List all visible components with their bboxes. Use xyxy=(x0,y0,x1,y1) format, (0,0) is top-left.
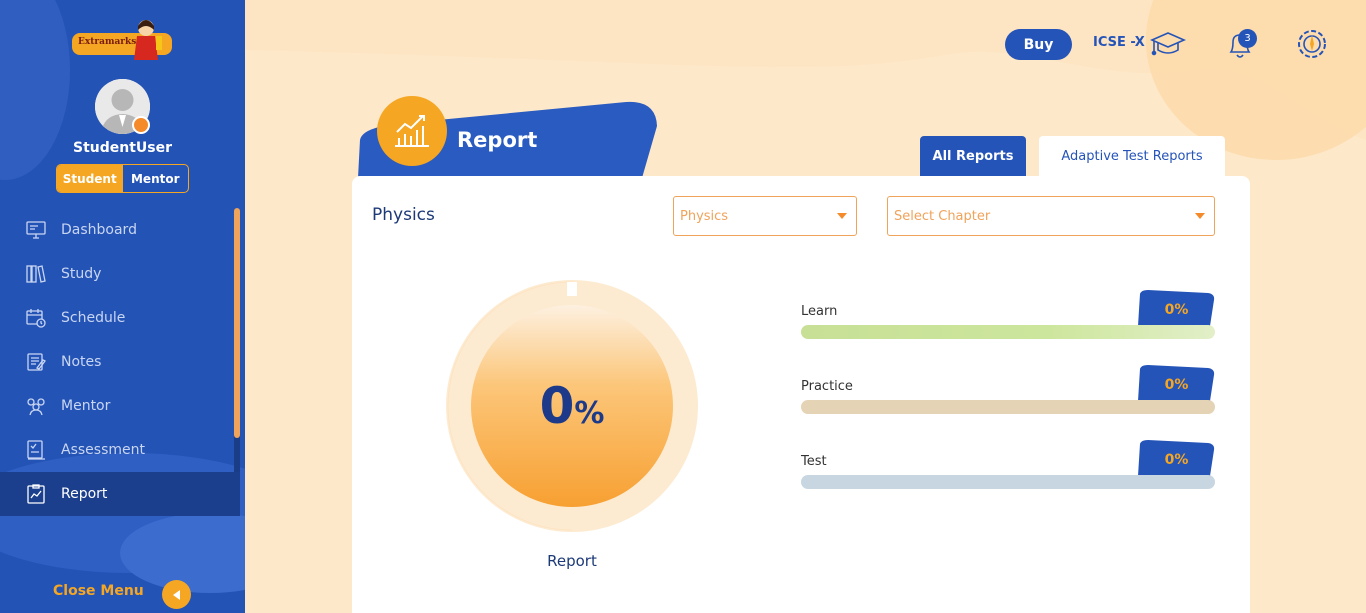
camera-icon[interactable] xyxy=(132,116,150,134)
triangle-left-icon xyxy=(172,589,180,600)
overall-progress-value: 0% xyxy=(539,377,605,435)
subject-title: Physics xyxy=(372,205,435,225)
buy-button[interactable]: Buy xyxy=(1005,29,1072,60)
metric-label: Test xyxy=(801,454,827,469)
progress-bar-learn xyxy=(801,325,1215,339)
role-toggle: Student Mentor xyxy=(56,164,189,193)
monitor-icon xyxy=(26,221,46,239)
sidebar-item-study[interactable]: Study xyxy=(0,252,240,296)
report-icon xyxy=(27,484,45,504)
tab-all-reports[interactable]: All Reports xyxy=(920,136,1026,176)
report-card: Physics Physics Select Chapter 0% Report… xyxy=(352,176,1250,613)
group-icon xyxy=(27,398,45,416)
books-icon xyxy=(26,265,46,283)
sidebar-item-assessment[interactable]: Assessment xyxy=(0,428,240,472)
metric-practice: Practice 0% xyxy=(801,365,1215,439)
close-menu-label[interactable]: Close Menu xyxy=(53,583,144,599)
sidebar-item-mentor[interactable]: Mentor xyxy=(0,384,240,428)
notification-badge: 3 xyxy=(1238,29,1257,48)
grade-label[interactable]: ICSE -X xyxy=(1093,35,1145,50)
role-mentor-button[interactable]: Mentor xyxy=(123,165,189,192)
metric-label: Learn xyxy=(801,304,838,319)
metric-test: Test 0% xyxy=(801,440,1215,514)
sidebar-nav: Dashboard Study Schedule Notes Mentor As… xyxy=(0,208,240,516)
assessment-icon xyxy=(27,440,45,460)
metric-value: 0% xyxy=(1164,452,1189,468)
progress-bar-practice xyxy=(801,400,1215,414)
mascot-icon xyxy=(134,20,162,60)
caret-down-icon xyxy=(1195,213,1205,219)
caret-down-icon xyxy=(837,213,847,219)
chapter-select[interactable]: Select Chapter xyxy=(887,196,1215,236)
tab-adaptive-test-reports[interactable]: Adaptive Test Reports xyxy=(1039,136,1225,176)
username: StudentUser xyxy=(72,140,173,156)
sidebar: Extramarks StudentUser Student Mentor Da… xyxy=(0,0,245,613)
metric-learn: Learn 0% xyxy=(801,290,1215,364)
metric-value: 0% xyxy=(1164,377,1189,393)
metric-value: 0% xyxy=(1164,302,1189,318)
graduation-cap-icon[interactable] xyxy=(1150,28,1186,60)
calendar-clock-icon xyxy=(26,309,46,328)
settings-icon[interactable] xyxy=(1295,27,1329,61)
sidebar-item-notes[interactable]: Notes xyxy=(0,340,240,384)
donut-label: Report xyxy=(547,552,597,570)
metric-label: Practice xyxy=(801,379,853,394)
close-menu-button[interactable] xyxy=(162,580,191,609)
notes-icon xyxy=(27,353,46,371)
extramarks-logo[interactable]: Extramarks xyxy=(72,14,174,64)
page-title: Report xyxy=(457,128,538,152)
sidebar-item-dashboard[interactable]: Dashboard xyxy=(0,208,240,252)
role-student-button[interactable]: Student xyxy=(57,165,123,192)
sidebar-item-report[interactable]: Report xyxy=(0,472,240,516)
sidebar-item-schedule[interactable]: Schedule xyxy=(0,296,240,340)
progress-bar-test xyxy=(801,475,1215,489)
subject-select[interactable]: Physics xyxy=(673,196,857,236)
report-chart-icon xyxy=(377,96,447,166)
overall-progress-donut: 0% xyxy=(446,280,698,532)
